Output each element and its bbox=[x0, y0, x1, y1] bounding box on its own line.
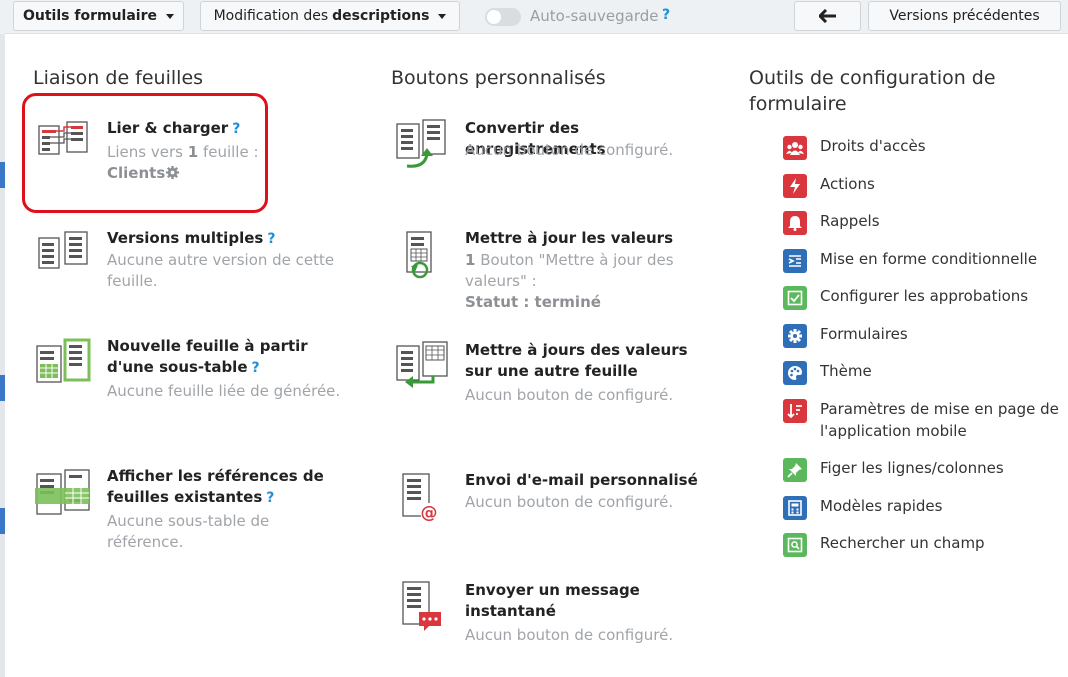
gear-icon bbox=[783, 324, 807, 348]
instant-message-icon bbox=[402, 581, 441, 631]
access-rights-label: Droits d'accès bbox=[820, 137, 926, 155]
conditional-format-item[interactable]: Mise en forme conditionnelle bbox=[783, 248, 1060, 273]
sheet-references-icon bbox=[35, 469, 90, 515]
new-sheet-subtable-title: Nouvelle feuille à partir d'une sous-tab… bbox=[107, 337, 308, 376]
previous-versions-button[interactable]: Versions précédentes bbox=[868, 1, 1061, 31]
arrow-left-icon bbox=[818, 9, 836, 23]
svg-text:@: @ bbox=[421, 503, 438, 523]
edit-mode-bold: descriptions bbox=[332, 8, 430, 24]
autosave-help-icon[interactable]: ? bbox=[662, 7, 670, 23]
approvals-item[interactable]: Configurer les approbations bbox=[783, 285, 1060, 310]
actions-item[interactable]: Actions bbox=[783, 173, 1060, 198]
edit-mode-dropdown[interactable]: Modification des descriptions bbox=[200, 1, 460, 31]
sheet-references-title: Afficher les références de feuilles exis… bbox=[107, 467, 324, 506]
conditional-format-icon bbox=[783, 249, 807, 273]
search-icon bbox=[783, 533, 807, 557]
link-load-desc: Liens vers 1 feuille : Clients bbox=[107, 143, 259, 182]
update-other-sheet-desc: Aucun bouton de configuré. bbox=[465, 386, 674, 404]
new-sheet-subtable-desc: Aucune feuille liée de générée. bbox=[107, 382, 341, 400]
update-other-sheet-title: Mettre à jours des valeurs sur une autre… bbox=[465, 341, 688, 380]
mobile-layout-item[interactable]: Paramètres de mise en page de l'applicat… bbox=[783, 398, 1060, 442]
back-button[interactable] bbox=[794, 1, 861, 31]
update-values-desc: 1 Bouton "Mettre à jour des valeurs" : S… bbox=[465, 251, 674, 311]
reminders-item[interactable]: Rappels bbox=[783, 210, 1060, 235]
convert-records-desc: Aucun bouton de configuré. bbox=[465, 141, 674, 159]
lightning-icon bbox=[783, 174, 807, 198]
multiple-versions-icon bbox=[38, 231, 88, 269]
gear-icon[interactable] bbox=[165, 165, 180, 180]
multiple-versions-desc: Aucune autre version de cette feuille. bbox=[107, 251, 335, 290]
previous-versions-label: Versions précédentes bbox=[889, 8, 1040, 24]
form-tools-label: Outils formulaire bbox=[23, 8, 157, 24]
theme-label: Thème bbox=[820, 362, 872, 380]
palette-icon bbox=[783, 361, 807, 385]
sort-icon bbox=[783, 399, 807, 423]
link-load-icon bbox=[38, 121, 88, 155]
link-load-title: Lier & charger? bbox=[107, 119, 241, 137]
quick-templates-item[interactable]: Modèles rapides bbox=[783, 495, 1060, 520]
sheet-references-desc: Aucune sous-table de référence. bbox=[107, 512, 270, 551]
theme-item[interactable]: Thème bbox=[783, 360, 1060, 385]
calculator-icon bbox=[783, 496, 807, 520]
email-title: Envoi d'e-mail personnalisé bbox=[465, 471, 698, 489]
users-icon bbox=[783, 136, 807, 160]
mobile-layout-label: Paramètres de mise en page de l'applicat… bbox=[820, 400, 1059, 440]
linked-sheet-link[interactable]: Clients bbox=[107, 164, 165, 182]
help-icon[interactable]: ? bbox=[232, 121, 240, 137]
actions-label: Actions bbox=[820, 175, 875, 193]
forms-item[interactable]: Formulaires bbox=[783, 323, 1060, 348]
search-field-label: Rechercher un champ bbox=[820, 534, 985, 552]
help-icon[interactable]: ? bbox=[266, 490, 274, 506]
instant-message-title: Envoyer un message instantané bbox=[465, 581, 640, 620]
quick-templates-label: Modèles rapides bbox=[820, 497, 943, 515]
multiple-versions-title: Versions multiples? bbox=[107, 229, 276, 247]
access-rights-item[interactable]: Droits d'accès bbox=[783, 135, 1060, 160]
freeze-label: Figer les lignes/colonnes bbox=[820, 459, 1004, 477]
chevron-down-icon bbox=[438, 13, 447, 19]
autosave-label: Auto-sauvegarde bbox=[530, 7, 659, 25]
update-other-sheet-icon bbox=[396, 341, 448, 388]
approvals-label: Configurer les approbations bbox=[820, 287, 1029, 305]
search-field-item[interactable]: Rechercher un champ bbox=[783, 532, 1060, 557]
form-tools-panel: Liaison de feuilles Lier & charger? Lien… bbox=[5, 33, 1068, 677]
convert-records-icon bbox=[396, 119, 446, 168]
edit-mode-prefix: Modification des bbox=[213, 8, 329, 24]
autosave-toggle[interactable] bbox=[485, 8, 521, 26]
form-tools-dropdown[interactable]: Outils formulaire bbox=[13, 1, 184, 31]
update-values-title: Mettre à jour les valeurs bbox=[465, 229, 674, 247]
email-icon: @ bbox=[402, 473, 438, 523]
chevron-down-icon bbox=[165, 13, 174, 19]
bell-icon bbox=[783, 211, 807, 235]
forms-label: Formulaires bbox=[820, 325, 908, 343]
pin-icon bbox=[783, 458, 807, 482]
reminders-label: Rappels bbox=[820, 212, 880, 230]
new-sheet-subtable-icon bbox=[36, 338, 91, 383]
checkbox-icon bbox=[783, 286, 807, 310]
freeze-item[interactable]: Figer les lignes/colonnes bbox=[783, 457, 1060, 482]
buttons-column-title: Boutons personnalisés bbox=[391, 67, 606, 89]
help-icon[interactable]: ? bbox=[267, 231, 275, 247]
update-status: Statut : terminé bbox=[465, 293, 601, 311]
linking-column-title: Liaison de feuilles bbox=[33, 67, 204, 89]
update-values-icon bbox=[406, 231, 432, 279]
conditional-format-label: Mise en forme conditionnelle bbox=[820, 250, 1038, 268]
help-icon[interactable]: ? bbox=[252, 360, 260, 376]
instant-message-desc: Aucun bouton de configuré. bbox=[465, 626, 674, 644]
email-desc: Aucun bouton de configuré. bbox=[465, 493, 674, 511]
config-column-title: Outils de configuration de formulaire bbox=[749, 67, 996, 115]
toolbar: Outils formulaire Modification des descr… bbox=[0, 0, 1068, 34]
